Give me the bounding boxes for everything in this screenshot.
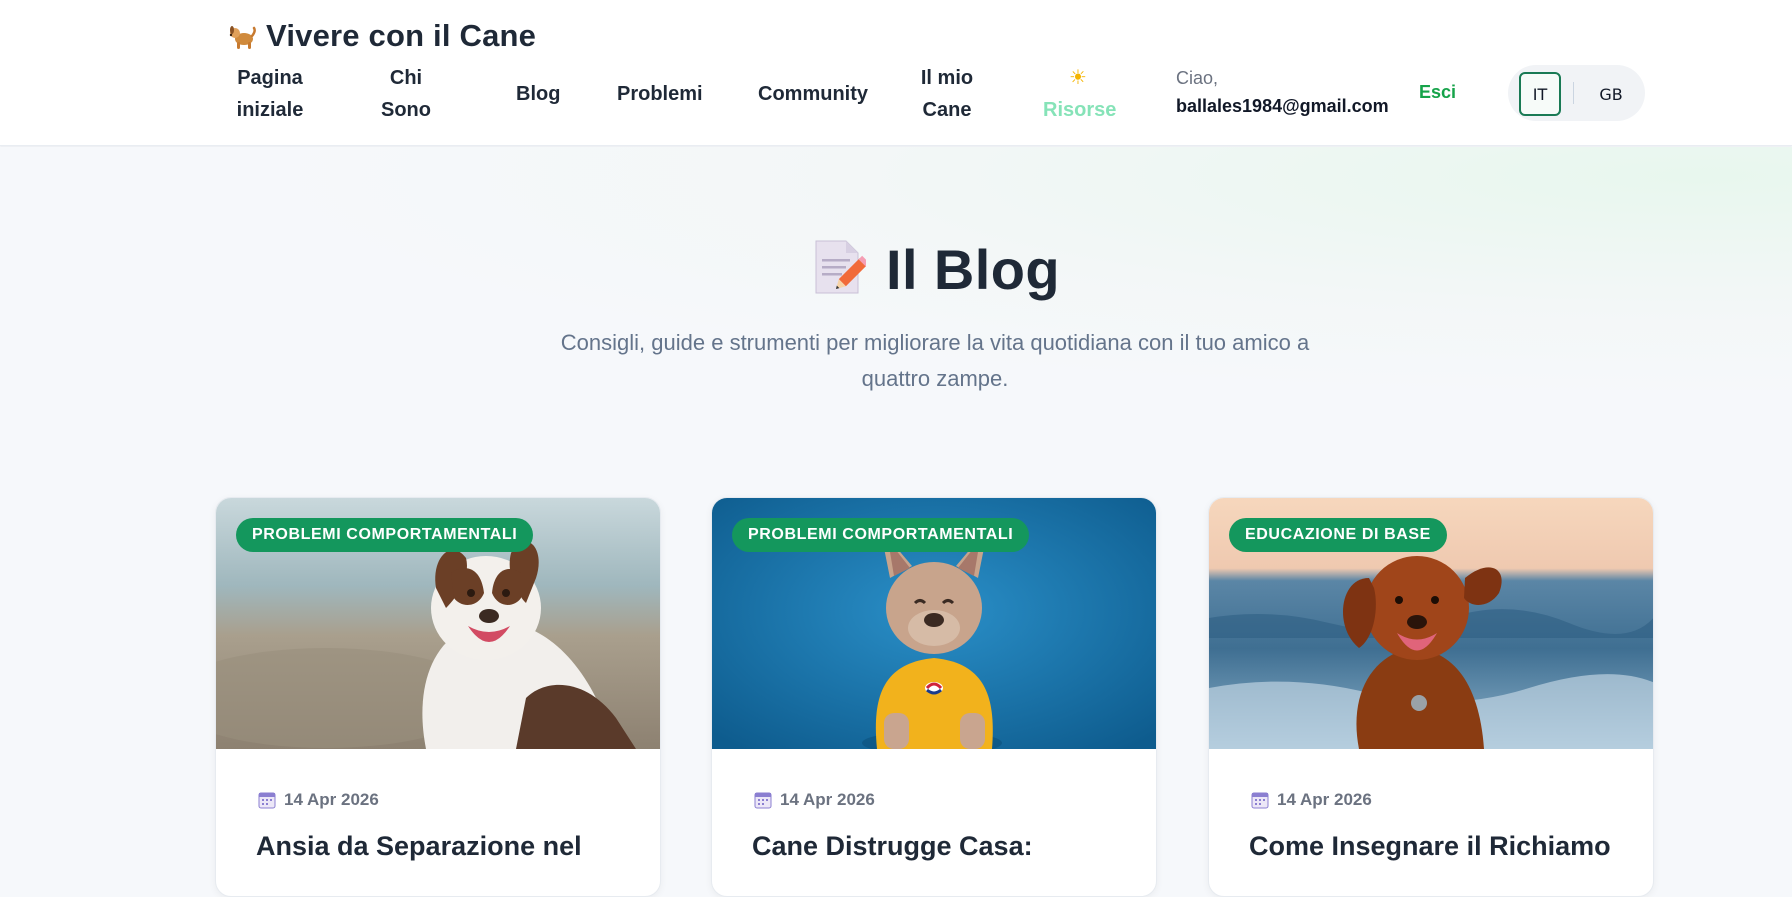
- card-title[interactable]: Cane Distrugge Casa:: [752, 828, 1132, 864]
- lang-gb-button[interactable]: GB: [1590, 72, 1632, 116]
- page-title-text: Il Blog: [886, 238, 1060, 301]
- site-header: Vivere con il Cane Pagina iniziale Chi S…: [0, 0, 1792, 146]
- card-title[interactable]: Ansia da Separazione nel: [256, 828, 636, 864]
- nav-item-chi-sono[interactable]: Chi Sono: [378, 62, 434, 126]
- card-date: 14 Apr 2026: [1251, 790, 1372, 810]
- dog-icon: [226, 20, 258, 52]
- logout-link[interactable]: Esci: [1419, 82, 1456, 103]
- sun-icon: ☀: [1069, 67, 1087, 89]
- card-date-text: 14 Apr 2026: [284, 790, 379, 809]
- lang-it-button[interactable]: IT: [1519, 72, 1561, 116]
- card-date: 14 Apr 2026: [258, 790, 379, 810]
- page-subtitle: Consigli, guide e strumenti per migliora…: [560, 330, 1310, 391]
- nav-item-community[interactable]: Community: [758, 78, 868, 110]
- card-date-text: 14 Apr 2026: [1277, 790, 1372, 809]
- blog-card[interactable]: PROBLEMI COMPORTAMENTALI 14 Apr 2026 Can…: [711, 497, 1157, 897]
- card-title[interactable]: Come Insegnare il Richiamo: [1249, 828, 1629, 864]
- card-date: 14 Apr 2026: [754, 790, 875, 810]
- user-email: ballales1984@gmail.com: [1176, 96, 1389, 116]
- blog-card[interactable]: EDUCAZIONE DI BASE 14 Apr 2026 Come Inse…: [1208, 497, 1654, 897]
- card-image-retriever-sea: EDUCAZIONE DI BASE: [1209, 498, 1653, 749]
- nav-item-il-mio-cane[interactable]: Il mio Cane: [905, 62, 989, 126]
- user-greeting: Ciao, ballales1984@gmail.com: [1176, 64, 1402, 120]
- calendar-icon: [258, 791, 276, 809]
- brand-title: Vivere con il Cane: [266, 18, 537, 53]
- nav-item-pagina-iniziale[interactable]: Pagina iniziale: [222, 62, 318, 126]
- blog-card-list: PROBLEMI COMPORTAMENTALI 14 Apr 2026 Ans…: [0, 497, 1792, 897]
- lang-divider: [1573, 82, 1574, 104]
- category-badge: PROBLEMI COMPORTAMENTALI: [732, 518, 1030, 552]
- category-badge: PROBLEMI COMPORTAMENTALI: [236, 518, 534, 552]
- page-title: Il Blog: [0, 237, 1792, 302]
- blog-card[interactable]: PROBLEMI COMPORTAMENTALI 14 Apr 2026 Ans…: [215, 497, 661, 897]
- nav-item-risorse[interactable]: ☀ Risorse: [1043, 62, 1117, 126]
- blog-hero: Il Blog Consigli, guide e strumenti per …: [0, 147, 1792, 437]
- calendar-icon: [754, 791, 772, 809]
- memo-icon: [810, 237, 870, 297]
- category-badge: EDUCAZIONE DI BASE: [1229, 518, 1447, 552]
- nav-item-problemi[interactable]: Problemi: [617, 78, 703, 110]
- card-image-australian-shepherd: PROBLEMI COMPORTAMENTALI: [216, 498, 660, 749]
- greeting-text: Ciao,: [1176, 68, 1219, 88]
- card-image-french-bulldog: PROBLEMI COMPORTAMENTALI: [712, 498, 1156, 749]
- language-switcher: IT GB: [1508, 65, 1645, 121]
- nav-item-risorse-label: Risorse: [1043, 99, 1117, 121]
- calendar-icon: [1251, 791, 1269, 809]
- card-date-text: 14 Apr 2026: [780, 790, 875, 809]
- nav-item-blog[interactable]: Blog: [516, 78, 560, 110]
- brand-logo[interactable]: Vivere con il Cane: [226, 18, 536, 54]
